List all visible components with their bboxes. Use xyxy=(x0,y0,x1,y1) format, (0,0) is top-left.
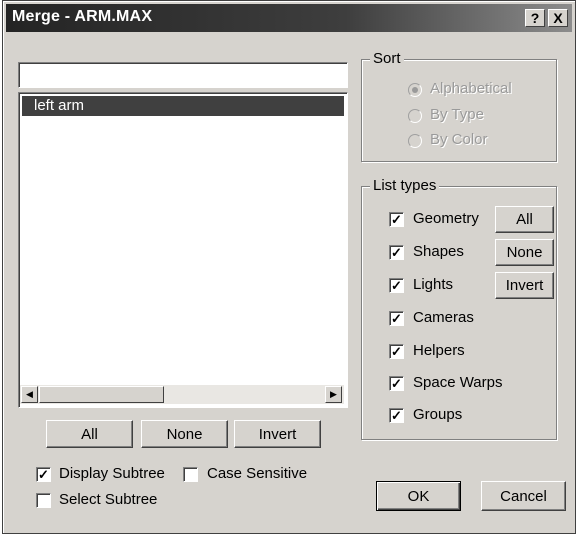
scroll-thumb[interactable] xyxy=(39,386,164,403)
help-button[interactable]: ? xyxy=(525,9,545,27)
display-subtree-checkbox[interactable]: ✓ xyxy=(36,467,51,482)
cameras-checkbox[interactable]: ✓ xyxy=(389,311,404,326)
list-item-label: left arm xyxy=(34,97,85,114)
horizontal-scrollbar[interactable]: ◀ ▶ xyxy=(20,385,344,404)
scroll-left-icon[interactable]: ◀ xyxy=(21,386,38,403)
window-title: Merge - ARM.MAX xyxy=(12,8,153,25)
list-all-button[interactable]: All xyxy=(46,420,133,448)
scroll-right-icon[interactable]: ▶ xyxy=(325,386,342,403)
ok-button[interactable]: OK xyxy=(376,481,461,511)
select-subtree-label: Select Subtree xyxy=(59,491,158,508)
cameras-label: Cameras xyxy=(413,309,474,326)
list-none-button[interactable]: None xyxy=(141,420,228,448)
sort-by-color-label: By Color xyxy=(430,131,488,148)
shapes-label: Shapes xyxy=(413,243,464,260)
sort-alphabetical-label: Alphabetical xyxy=(430,80,512,97)
space-warps-checkbox[interactable]: ✓ xyxy=(389,376,404,391)
types-all-button[interactable]: All xyxy=(495,206,554,233)
list-types-group: List types ✓ Geometry ✓ Shapes ✓ Lights … xyxy=(361,177,557,440)
title-bar[interactable]: Merge - ARM.MAX ? X xyxy=(6,4,572,32)
close-button[interactable]: X xyxy=(548,9,568,27)
geometry-checkbox[interactable]: ✓ xyxy=(389,212,404,227)
list-invert-button[interactable]: Invert xyxy=(234,420,321,448)
lights-checkbox[interactable]: ✓ xyxy=(389,278,404,293)
list-item[interactable]: left arm xyxy=(22,96,344,116)
cancel-button[interactable]: Cancel xyxy=(481,481,566,511)
filter-input[interactable] xyxy=(18,62,348,88)
lights-label: Lights xyxy=(413,276,454,293)
display-subtree-label: Display Subtree xyxy=(59,465,165,482)
groups-label: Groups xyxy=(413,406,463,423)
shapes-checkbox[interactable]: ✓ xyxy=(389,245,404,260)
groups-checkbox[interactable]: ✓ xyxy=(389,408,404,423)
sort-by-color-radio[interactable] xyxy=(408,134,422,148)
space-warps-label: Space Warps xyxy=(413,374,503,391)
sort-alphabetical-radio[interactable] xyxy=(408,83,422,97)
merge-dialog: Merge - ARM.MAX ? X left arm ◀ ▶ All Non… xyxy=(2,0,576,534)
geometry-label: Geometry xyxy=(413,210,479,227)
types-none-button[interactable]: None xyxy=(495,239,554,266)
helpers-label: Helpers xyxy=(413,342,465,359)
types-invert-button[interactable]: Invert xyxy=(495,272,554,299)
sort-group: Sort Alphabetical By Type By Color xyxy=(361,50,557,162)
case-sensitive-label: Case Sensitive xyxy=(207,465,308,482)
helpers-checkbox[interactable]: ✓ xyxy=(389,344,404,359)
sort-group-title: Sort xyxy=(370,50,404,67)
object-list[interactable]: left arm ◀ ▶ xyxy=(18,92,348,408)
case-sensitive-checkbox[interactable] xyxy=(183,467,198,482)
select-subtree-checkbox[interactable] xyxy=(36,493,51,508)
list-types-title: List types xyxy=(370,177,440,194)
sort-by-type-label: By Type xyxy=(430,106,484,123)
sort-by-type-radio[interactable] xyxy=(408,109,422,123)
